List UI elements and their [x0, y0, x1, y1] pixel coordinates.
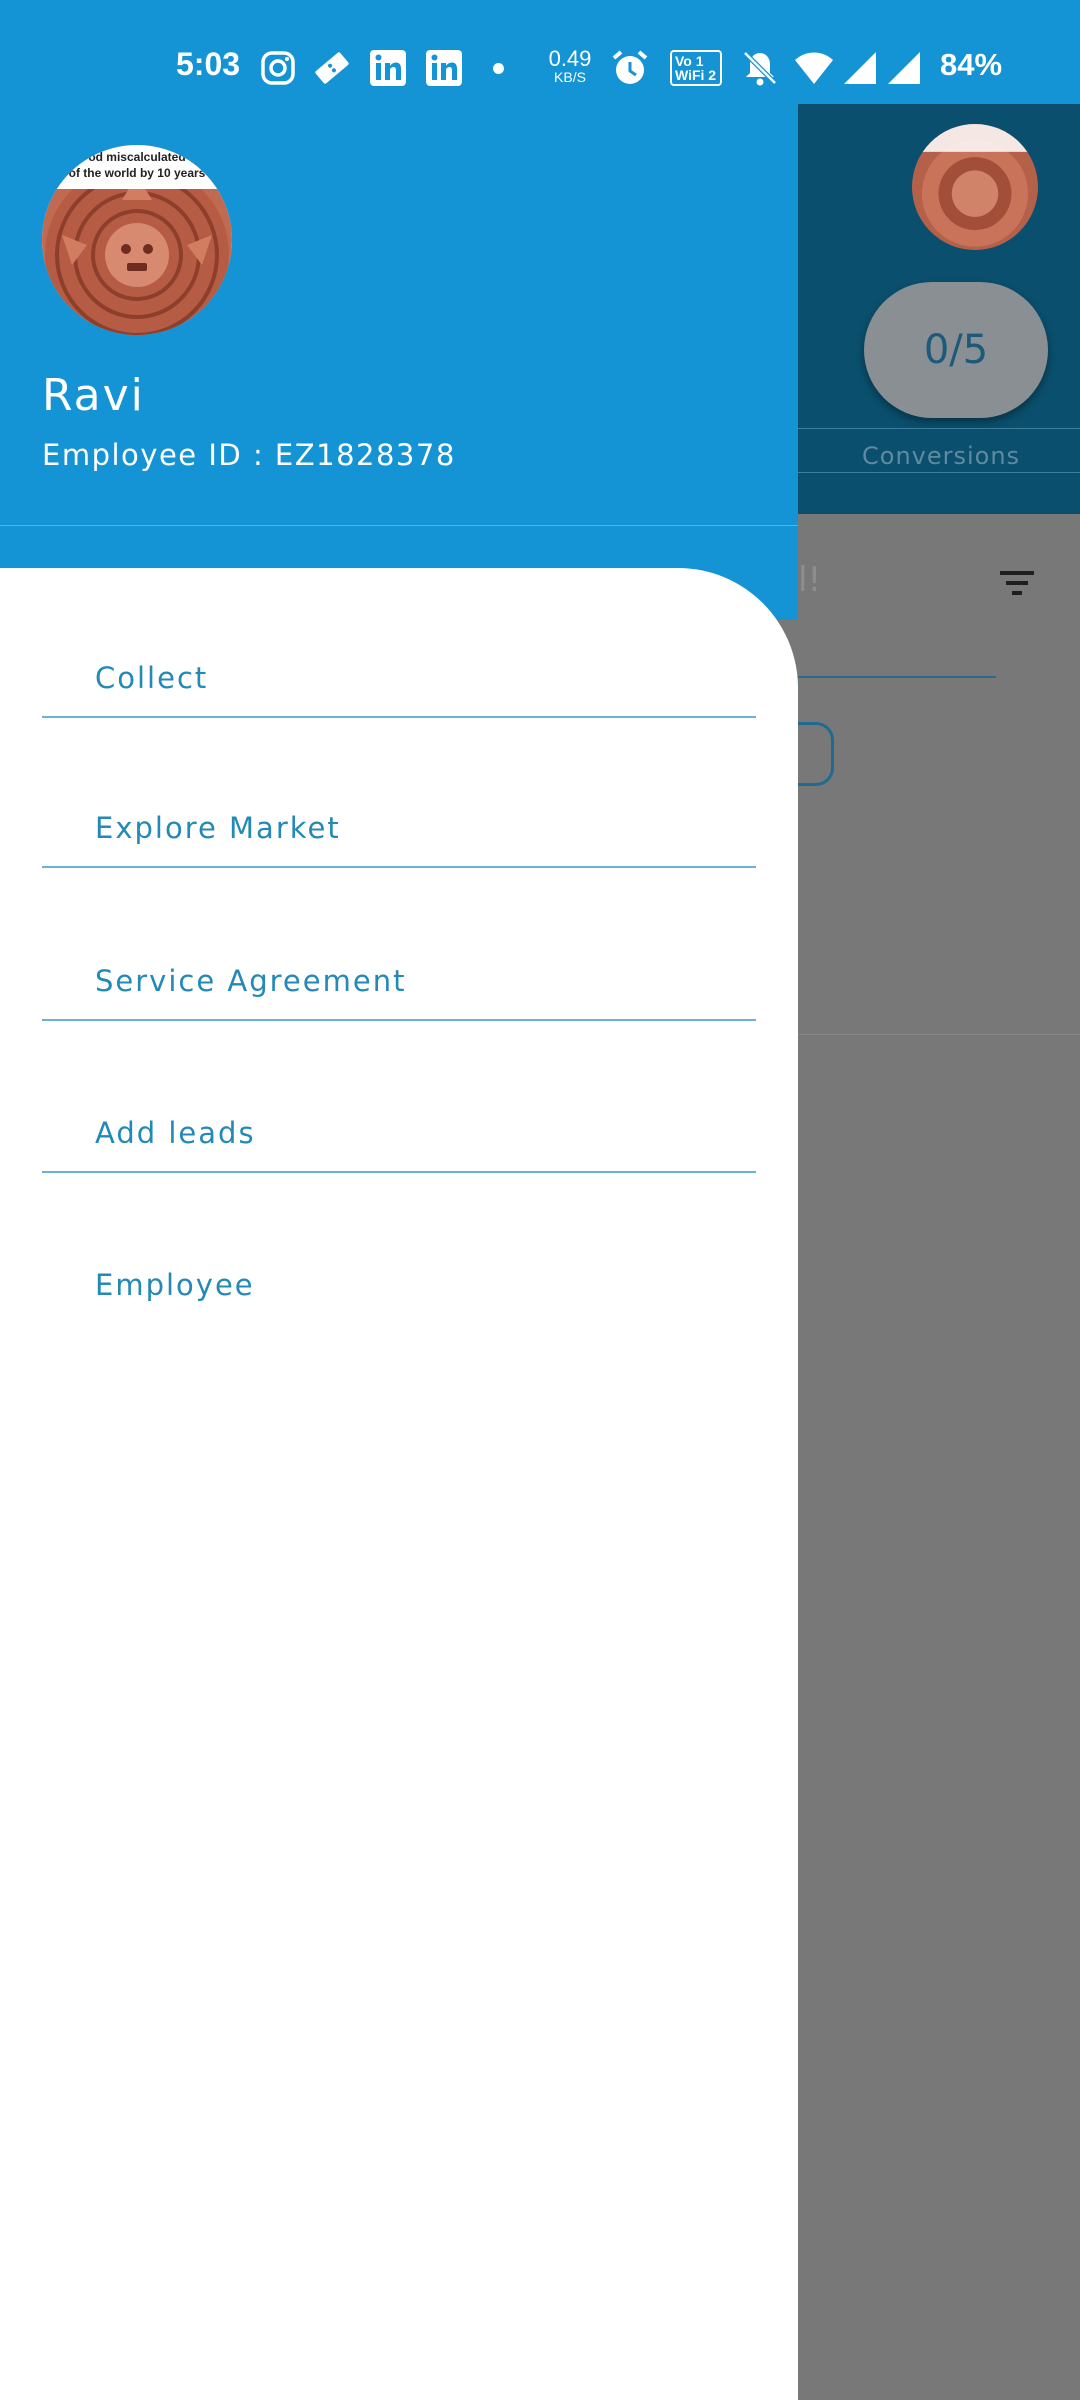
menu-item-label: Collect	[95, 661, 209, 695]
user-name: Ravi	[42, 370, 145, 421]
wifi-icon	[795, 52, 833, 84]
menu-item-label: Add leads	[95, 1116, 256, 1150]
status-bar: 5:03 0.49 KB/S Vo 1 WiFi 2 84%	[0, 0, 1080, 104]
menu-item-label: Explore Market	[95, 811, 341, 845]
employee-id: Employee ID : EZ1828378	[42, 438, 456, 472]
vowifi-line2: WiFi 2	[675, 67, 717, 83]
signal-2-icon	[888, 52, 920, 84]
avatar-caption-line2: of the world by 10 years	[69, 166, 206, 180]
menu-divider	[42, 1019, 756, 1021]
header-divider	[0, 525, 798, 526]
background-input-underline	[798, 676, 996, 678]
avatar-caption-line1: od miscalculated	[88, 150, 185, 164]
background-divider	[798, 1034, 1080, 1035]
menu-item-label: Service Agreement	[95, 964, 407, 998]
menu-item-label: Employee	[95, 1268, 255, 1302]
menu-divider	[42, 1171, 756, 1173]
background-divider	[798, 428, 1080, 429]
vowifi-icon: Vo 1 WiFi 2	[670, 50, 722, 86]
network-speed-value: 0.49	[548, 46, 592, 71]
background-conversions-label: Conversions	[862, 442, 1021, 470]
filter-icon	[1000, 571, 1034, 595]
navigation-drawer: od miscalculated of the world by 10 year…	[0, 0, 798, 2400]
bell-off-icon	[743, 51, 777, 86]
network-speed-unit: KB/S	[554, 69, 586, 85]
background-divider	[798, 472, 1080, 473]
battery-level: 84%	[940, 47, 1003, 82]
menu-item-service-agreement[interactable]: Service Agreement	[42, 871, 756, 1021]
background-avatar	[912, 124, 1038, 250]
background-partial-text: l!	[798, 560, 822, 600]
menu-item-collect[interactable]: Collect	[42, 568, 756, 718]
background-counter-pill: 0/5	[864, 282, 1048, 418]
menu-item-add-leads[interactable]: Add leads	[42, 1023, 756, 1173]
ticket-icon	[315, 52, 349, 84]
linkedin-icon	[370, 50, 406, 86]
linkedin-icon	[426, 50, 462, 86]
menu-item-explore-market[interactable]: Explore Market	[42, 718, 756, 868]
signal-1-icon	[844, 52, 876, 84]
aztec-calendar-image: od miscalculated of the world by 10 year…	[42, 145, 232, 335]
menu-divider	[42, 866, 756, 868]
drawer-menu: Collect Explore Market Service Agreement…	[0, 568, 798, 2400]
more-notifications-dot-icon	[493, 63, 504, 74]
alarm-icon	[612, 50, 648, 84]
avatar[interactable]: od miscalculated of the world by 10 year…	[42, 145, 232, 335]
network-speed: 0.49 KB/S	[548, 46, 592, 85]
menu-item-employee[interactable]: Employee	[42, 1175, 756, 1325]
status-time: 5:03	[176, 46, 241, 82]
instagram-icon	[261, 51, 295, 85]
